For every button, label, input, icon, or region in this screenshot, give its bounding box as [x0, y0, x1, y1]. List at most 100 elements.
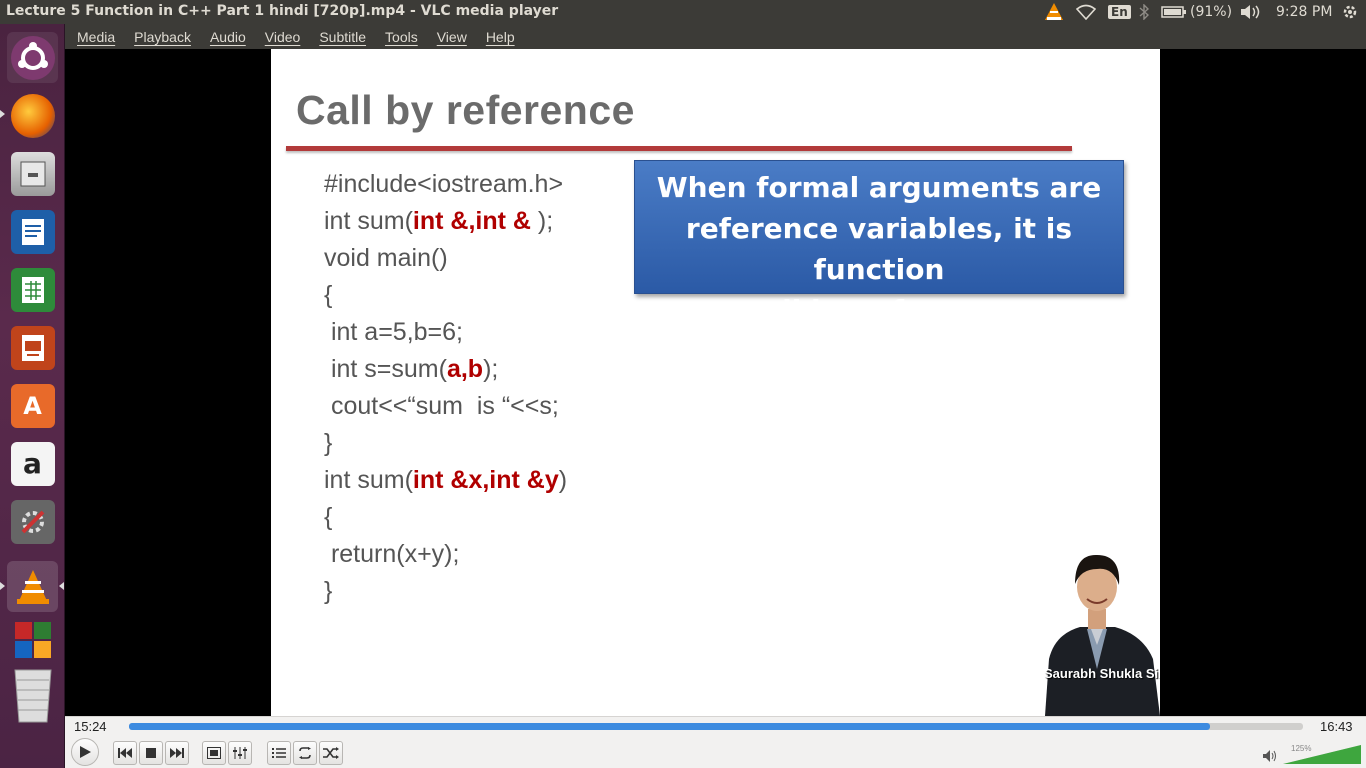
previous-button[interactable]	[113, 741, 137, 765]
code-line: }	[324, 573, 567, 610]
battery-indicator[interactable]: (91%)	[1161, 0, 1232, 24]
code-line: {	[324, 499, 567, 536]
code-text: return(x+y);	[324, 540, 460, 568]
volume-slider[interactable]	[1283, 745, 1361, 764]
code-line: cout<<“sum is “<<s;	[324, 388, 567, 425]
code-text: int a=5,b=6;	[324, 318, 464, 346]
amazon-launcher[interactable]: a	[7, 438, 58, 489]
presenter-name: Saurabh Shukla Sir	[1044, 666, 1160, 681]
code-line: void main()	[324, 240, 567, 277]
presentation-icon	[10, 325, 55, 370]
window-title: Lecture 5 Function in C++ Part 1 hindi […	[6, 3, 559, 19]
next-button[interactable]	[165, 741, 189, 765]
writer-document-icon	[10, 209, 55, 254]
code-text: }	[324, 429, 333, 457]
loop-icon	[299, 747, 311, 759]
wifi-icon[interactable]	[1076, 0, 1096, 24]
firefox-icon	[10, 93, 55, 138]
callout-line: reference variables, it is function	[685, 212, 1073, 286]
battery-percent: (91%)	[1190, 4, 1233, 20]
settings-wrench-icon	[10, 499, 55, 544]
stop-icon	[146, 748, 156, 758]
menu-media[interactable]: Media	[77, 29, 115, 45]
menu-playback[interactable]: Playback	[134, 29, 191, 45]
file-cabinet-icon	[10, 151, 55, 196]
code-text: cout<<“sum is “<<s;	[324, 392, 559, 420]
slide-title: Call by reference	[296, 87, 635, 133]
code-line: {	[324, 277, 567, 314]
total-time[interactable]: 16:43	[1320, 719, 1353, 734]
menu-help[interactable]: Help	[486, 29, 515, 45]
stop-button[interactable]	[139, 741, 163, 765]
menu-video[interactable]: Video	[265, 29, 301, 45]
fullscreen-icon	[207, 747, 221, 759]
playlist-button[interactable]	[267, 741, 291, 765]
code-block: #include<iostream.h> int sum(int &,int & …	[324, 166, 567, 610]
calc-launcher[interactable]	[7, 264, 58, 315]
code-text: );	[537, 207, 554, 235]
code-line: return(x+y);	[324, 536, 567, 573]
code-highlight: int &,int &	[412, 207, 538, 235]
presenter-photo	[1045, 554, 1160, 716]
code-text: {	[324, 503, 333, 531]
launcher: A a	[0, 24, 65, 768]
menu-tools[interactable]: Tools	[385, 29, 418, 45]
fullscreen-button[interactable]	[202, 741, 226, 765]
clock[interactable]: 9:28 PM	[1276, 0, 1332, 24]
equalizer-icon	[233, 747, 247, 759]
files-launcher[interactable]	[7, 148, 58, 199]
next-icon	[170, 748, 184, 758]
code-text: int s=sum(	[324, 355, 447, 383]
software-center-launcher[interactable]: A	[7, 380, 58, 431]
code-line: }	[324, 425, 567, 462]
writer-launcher[interactable]	[7, 206, 58, 257]
focused-indicator	[59, 582, 64, 590]
menu-audio[interactable]: Audio	[210, 29, 246, 45]
workspaces-icon	[11, 618, 55, 662]
vlc-launcher[interactable]	[7, 561, 58, 612]
bluetooth-icon[interactable]	[1139, 0, 1149, 24]
menu-subtitle[interactable]: Subtitle	[319, 29, 366, 45]
battery-icon	[1161, 6, 1186, 18]
loop-button[interactable]	[293, 741, 317, 765]
menu-view[interactable]: View	[437, 29, 467, 45]
seek-slider[interactable]	[129, 723, 1303, 730]
impress-launcher[interactable]	[7, 322, 58, 373]
running-indicator	[0, 582, 5, 590]
language-label: En	[1108, 5, 1131, 19]
shuffle-button[interactable]	[319, 741, 343, 765]
play-button[interactable]	[71, 738, 99, 766]
code-text: int sum(	[324, 466, 413, 494]
code-text: )	[558, 466, 568, 494]
code-highlight: a,b	[446, 355, 484, 383]
volume-tray-icon[interactable]	[1240, 0, 1262, 24]
vlc-tray-icon[interactable]	[1043, 0, 1065, 24]
code-highlight: int &x,int &y	[412, 466, 559, 494]
seek-progress	[129, 723, 1211, 730]
session-gear-icon[interactable]	[1341, 0, 1359, 24]
speaker-icon[interactable]	[1263, 750, 1277, 762]
code-text: }	[324, 577, 333, 605]
extended-settings-button[interactable]	[228, 741, 252, 765]
workspace-switcher[interactable]	[7, 614, 58, 665]
menu-bar: Media Playback Audio Video Subtitle Tool…	[65, 24, 1366, 49]
amazon-icon: a	[10, 441, 55, 486]
callout-line: call by reference	[746, 294, 1012, 327]
video-area[interactable]: Call by reference #include<iostream.h> in…	[65, 49, 1366, 716]
lecture-slide: Call by reference #include<iostream.h> in…	[271, 49, 1160, 716]
code-line: int a=5,b=6;	[324, 314, 567, 351]
code-text: );	[483, 355, 499, 383]
system-settings-launcher[interactable]	[7, 496, 58, 547]
firefox-launcher[interactable]	[7, 90, 58, 141]
keyboard-layout-indicator[interactable]: En	[1108, 0, 1131, 24]
code-line: #include<iostream.h>	[324, 166, 567, 203]
shopping-bag-icon: A	[10, 383, 55, 428]
code-text: #include<iostream.h>	[324, 170, 564, 198]
code-text: int sum(	[324, 207, 413, 235]
ubuntu-dash-button[interactable]	[7, 32, 58, 83]
title-underline	[286, 146, 1072, 151]
code-text: void main()	[324, 244, 448, 272]
playlist-icon	[272, 748, 286, 758]
trash-launcher[interactable]	[7, 669, 58, 722]
elapsed-time: 15:24	[74, 719, 107, 734]
